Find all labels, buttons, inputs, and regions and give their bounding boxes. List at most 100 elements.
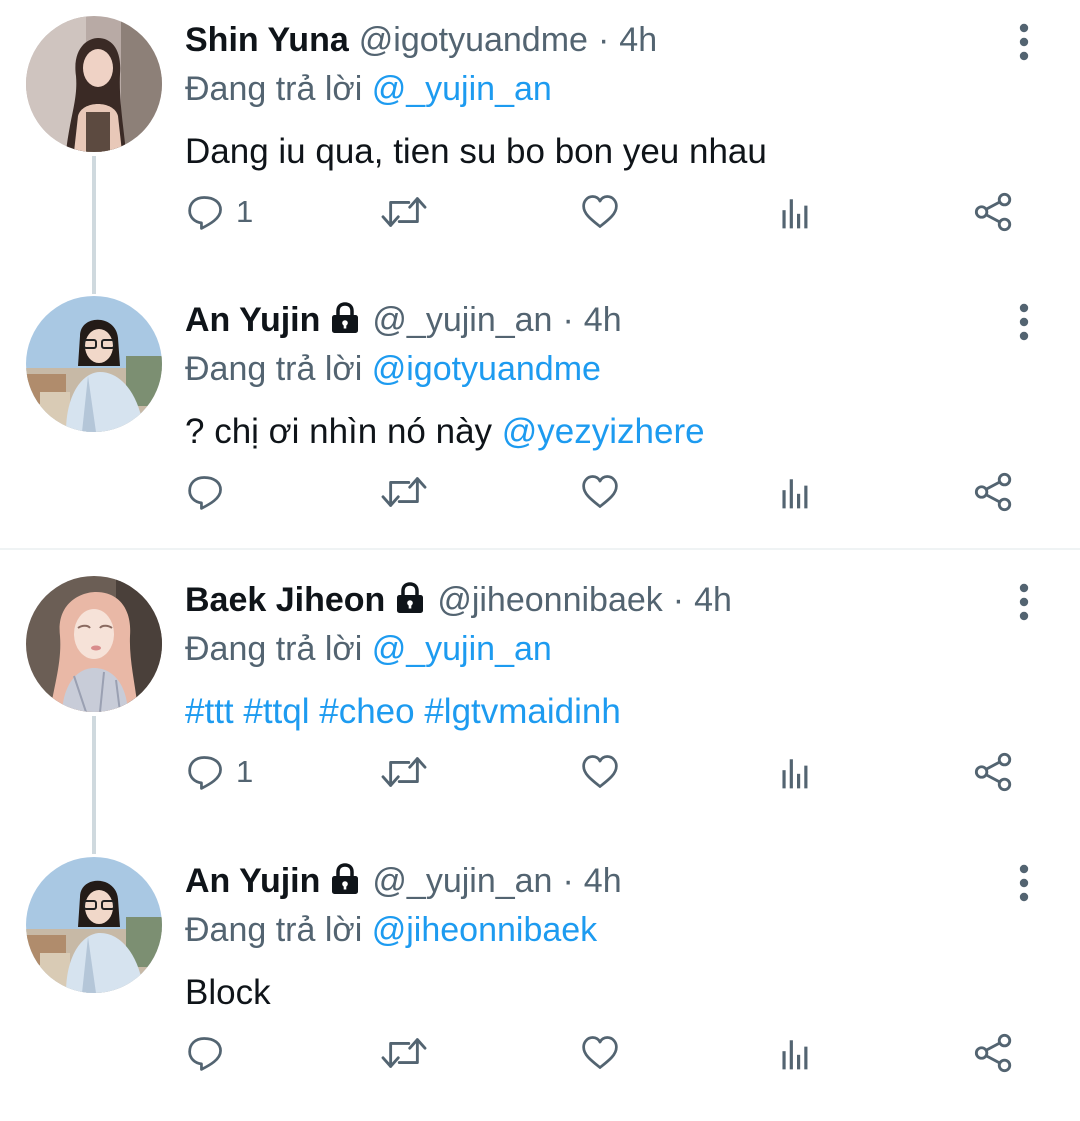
share-icon [973,1032,1015,1074]
reply-button[interactable] [186,470,226,514]
user-handle[interactable]: @_yujin_an [372,862,552,900]
retweet-icon [380,1032,428,1074]
share-icon [973,471,1015,513]
analytics-button[interactable] [777,750,817,794]
tweet-header: An Yujin @_yujin_an · 4h [185,859,622,903]
tweet-text: Block [185,973,271,1012]
like-button[interactable] [580,190,620,234]
analytics-icon [777,472,817,512]
analytics-icon [777,1033,817,1073]
reply-count: 1 [236,194,254,229]
user-handle[interactable]: @_yujin_an [372,301,552,339]
analytics-icon [777,752,817,792]
retweet-icon [380,751,428,793]
thread-divider [0,548,1080,550]
tweet-text: Dang iu qua, tien su bo bon yeu nhau [185,132,767,171]
tweet-header: An Yujin @_yujin_an · 4h [185,298,622,342]
timestamp[interactable]: 4h [584,862,622,900]
reply-icon [186,1033,226,1073]
more-options-icon[interactable] [1006,20,1042,64]
reply-icon [186,752,226,792]
reply-thread-feed: Shin Yuna @igotyuandme · 4h Đang trả lời @_… [0,0,1080,1106]
avatar[interactable] [26,576,162,712]
tweet-text-content: ? chị ơi nhìn nó này [185,412,493,451]
like-icon [580,752,620,792]
lock-icon [330,302,360,334]
reply-icon [186,472,226,512]
more-options-icon[interactable] [1006,300,1042,344]
replying-to-label: Đang trả lời [185,630,363,668]
more-options-icon[interactable] [1006,580,1042,624]
tweet-item[interactable]: Baek Jiheon @jiheonnibaek · 4h Đang trả lời… [0,560,1080,854]
display-name[interactable]: An Yujin [185,862,320,900]
avatar-photo [26,857,162,993]
retweet-button[interactable] [380,190,428,234]
separator-dot: · [597,21,610,59]
tweet-item[interactable]: Shin Yuna @igotyuandme · 4h Đang trả lời @_… [0,0,1080,294]
share-button[interactable] [973,1031,1015,1075]
tweet-item[interactable]: An Yujin @_yujin_an · 4h Đang trả lời @jihe… [0,841,1080,1121]
timestamp[interactable]: 4h [584,301,622,339]
replying-to-mention[interactable]: @_yujin_an [372,630,552,668]
like-button[interactable] [580,750,620,794]
tweet-mention[interactable]: @yezyizhere [502,412,705,451]
user-handle[interactable]: @jiheonnibaek [437,581,662,619]
retweet-button[interactable] [380,750,428,794]
like-button[interactable] [580,1031,620,1075]
tweet-actions [0,470,1080,514]
more-options-icon[interactable] [1006,861,1042,905]
separator-dot: · [672,581,685,619]
like-icon [580,192,620,232]
tweet-header: Shin Yuna @igotyuandme · 4h [185,18,657,62]
share-icon [973,751,1015,793]
analytics-button[interactable] [777,470,817,514]
share-button[interactable] [973,470,1015,514]
display-name[interactable]: An Yujin [185,301,320,339]
share-button[interactable] [973,750,1015,794]
lock-icon [330,863,360,895]
avatar[interactable] [26,857,162,993]
reply-button[interactable] [186,1031,226,1075]
avatar-photo [26,576,162,712]
replying-to-mention[interactable]: @_yujin_an [372,70,552,108]
reply-icon [186,192,226,232]
reply-button[interactable]: 1 [186,750,253,794]
avatar-photo [26,16,162,152]
tweet-text: #ttt #ttql #cheo #lgtvmaidinh [185,690,621,734]
reply-button[interactable]: 1 [186,190,253,234]
like-icon [580,472,620,512]
replying-to-label: Đang trả lời [185,350,363,388]
replying-to-mention[interactable]: @igotyuandme [372,350,601,388]
tweet-actions [0,1031,1080,1075]
like-icon [580,1033,620,1073]
analytics-button[interactable] [777,190,817,234]
user-handle[interactable]: @igotyuandme [359,21,588,59]
avatar[interactable] [26,16,162,152]
retweet-icon [380,471,428,513]
reply-count: 1 [236,754,254,789]
analytics-button[interactable] [777,1031,817,1075]
replying-to-line: Đang trả lời @_yujin_an [185,627,552,671]
separator-dot: · [562,301,574,339]
retweet-icon [380,191,428,233]
timestamp[interactable]: 4h [694,581,732,619]
tweet-actions: 1 [0,190,1080,234]
separator-dot: · [562,862,574,900]
display-name[interactable]: Baek Jiheon [185,581,385,619]
retweet-button[interactable] [380,1031,428,1075]
tweet-hashtags[interactable]: #ttt #ttql #cheo #lgtvmaidinh [185,692,621,731]
timestamp[interactable]: 4h [619,21,657,59]
display-name[interactable]: Shin Yuna [185,21,349,59]
tweet-actions: 1 [0,750,1080,794]
share-icon [973,191,1015,233]
share-button[interactable] [973,190,1015,234]
replying-to-line: Đang trả lời @jiheonnibaek [185,908,597,952]
retweet-button[interactable] [380,470,428,514]
tweet-item[interactable]: An Yujin @_yujin_an · 4h Đang trả lời @igot… [0,280,1080,560]
analytics-icon [777,192,817,232]
replying-to-mention[interactable]: @jiheonnibaek [372,911,597,949]
like-button[interactable] [580,470,620,514]
avatar[interactable] [26,296,162,432]
tweet-text: ? chị ơi nhìn nó này @yezyizhere [185,410,705,454]
lock-icon [395,582,425,614]
